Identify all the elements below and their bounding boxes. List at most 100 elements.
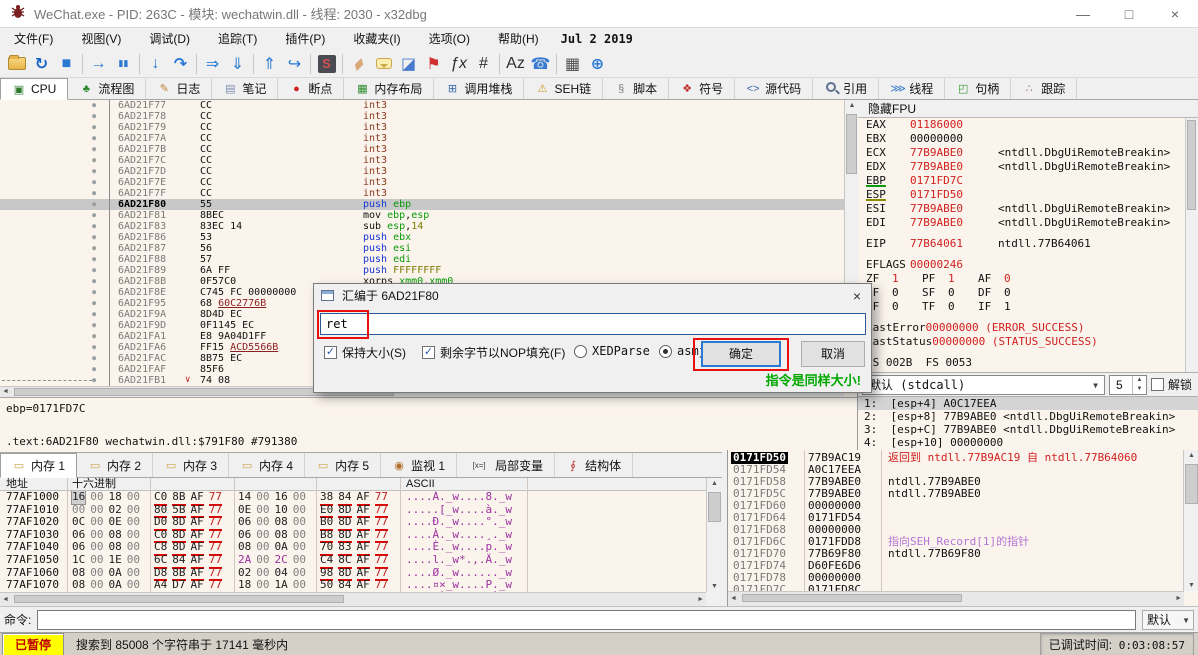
run-to-user-code-icon[interactable]: ↪ — [282, 52, 307, 76]
tab-handles[interactable]: ◰句柄 — [945, 78, 1011, 99]
disasm-row[interactable]: ●6AD21F7DCCint3 — [0, 166, 844, 177]
memory-row[interactable]: 77AF10501C001E006C84AF772A002C00C48CAF77… — [0, 554, 706, 567]
restart-icon[interactable]: ↻ — [29, 52, 54, 76]
disasm-row[interactable]: ●6AD21F8756push esi — [0, 243, 844, 254]
breakpoint-dot-icon[interactable]: ● — [92, 342, 96, 353]
breakpoint-gutter[interactable]: ● — [0, 298, 110, 309]
breakpoint-gutter[interactable]: ● — [0, 100, 110, 111]
tab-trace[interactable]: ∴跟踪 — [1011, 78, 1077, 99]
memory-row[interactable]: 77AF101000000200805BAF770E001000E08DAF77… — [0, 504, 706, 517]
stack-rows[interactable]: 0171FD5077B9AC19返回到 ntdll.77B9AC19 自 ntd… — [728, 452, 1184, 591]
breakpoint-dot-icon[interactable]: ● — [92, 232, 96, 243]
menu-item-2[interactable]: 调试(D) — [135, 28, 204, 50]
breakpoint-dot-icon[interactable]: ● — [92, 364, 96, 375]
register-row[interactable]: ESI77B9ABE0<ntdll.DbgUiRemoteBreakin> — [858, 202, 1198, 216]
breakpoint-gutter[interactable]: ● — [0, 111, 110, 122]
register-row[interactable]: LastError00000000 (ERROR_SUCCESS) — [858, 321, 1198, 335]
disasm-row[interactable]: ●6AD21F8857push edi — [0, 254, 844, 265]
breakpoint-gutter[interactable]: ● — [0, 199, 110, 210]
breakpoint-dot-icon[interactable]: ● — [92, 210, 96, 221]
breakpoint-gutter[interactable]: ● — [0, 177, 110, 188]
execute-till-return-icon[interactable]: ⇑ — [257, 52, 282, 76]
breakpoint-dot-icon[interactable]: ● — [92, 331, 96, 342]
stop-icon[interactable]: ■ — [54, 52, 79, 76]
register-row[interactable]: EDX77B9ABE0<ntdll.DbgUiRemoteBreakin> — [858, 160, 1198, 174]
argument-count-stepper[interactable]: 5▲▼ — [1109, 375, 1147, 395]
breakpoint-dot-icon[interactable]: ● — [92, 177, 96, 188]
breakpoint-gutter[interactable]: ● — [0, 210, 110, 221]
scroll-left-icon[interactable]: ◄ — [730, 595, 737, 602]
dialog-close-icon[interactable]: × — [853, 284, 861, 308]
disasm-row[interactable]: ●6AD21F7BCCint3 — [0, 144, 844, 155]
cancel-button[interactable]: 取消 — [801, 341, 865, 367]
open-file-icon[interactable] — [4, 52, 29, 76]
tab-log[interactable]: ✎日志 — [146, 78, 212, 99]
function-icon[interactable]: ƒx — [446, 52, 471, 76]
tab-memory-5[interactable]: ▭内存 5 — [305, 453, 381, 477]
scroll-down-icon[interactable]: ▼ — [707, 583, 722, 590]
disasm-row[interactable]: ●6AD21F7CCCint3 — [0, 155, 844, 166]
breakpoint-gutter[interactable]: ● — [0, 254, 110, 265]
breakpoint-gutter[interactable]: ● — [0, 287, 110, 298]
tab-symbols[interactable]: ❖符号 — [669, 78, 735, 99]
breakpoint-dot-icon[interactable]: ● — [92, 122, 96, 133]
breakpoint-dot-icon[interactable]: ● — [92, 243, 96, 254]
disasm-row[interactable]: ●6AD21F8055push ebp — [0, 199, 844, 210]
flags-row[interactable]: CF0TF0IF1 — [858, 300, 1198, 314]
tab-memory-1[interactable]: ▭内存 1 — [0, 453, 77, 478]
pause-icon[interactable]: ▮▮ — [111, 52, 136, 76]
tab-references[interactable]: 引用 — [813, 78, 879, 99]
breakpoint-gutter[interactable]: ● — [0, 144, 110, 155]
scroll-down-icon[interactable]: ▼ — [1184, 582, 1198, 589]
scroll-left-icon[interactable]: ◄ — [2, 596, 9, 603]
breakpoint-dot-icon[interactable]: ● — [92, 375, 96, 386]
minimize-button[interactable]: — — [1060, 0, 1106, 28]
tab-locals[interactable]: [x=]局部变量 — [457, 453, 555, 477]
breakpoint-dot-icon[interactable]: ● — [92, 188, 96, 199]
tab-threads[interactable]: ⋙线程 — [879, 78, 945, 99]
menu-item-5[interactable]: 收藏夹(I) — [339, 28, 414, 50]
tab-watch-1[interactable]: ◉监视 1 — [381, 453, 457, 477]
dialog-titlebar[interactable]: 汇编于 6AD21F80 × — [314, 284, 871, 308]
scroll-left-icon[interactable]: ◄ — [2, 388, 9, 395]
tab-breakpoints[interactable]: ●断点 — [278, 78, 344, 99]
stack-row[interactable]: 0171FD7077B69F80ntdll.77B69F80 — [728, 548, 1184, 560]
stack-vscrollbar[interactable]: ▲ ▼ — [1183, 450, 1198, 591]
tab-struct[interactable]: ∮结构体 — [555, 453, 633, 477]
scroll-right-icon[interactable]: ► — [697, 596, 704, 603]
command-profile-select[interactable]: 默认▼ — [1142, 610, 1194, 630]
menu-item-6[interactable]: 选项(O) — [415, 28, 484, 50]
tab-memory-2[interactable]: ▭内存 2 — [77, 453, 153, 477]
register-row[interactable]: LastStatus00000000 (STATUS_SUCCESS) — [858, 335, 1198, 349]
globe-icon[interactable]: ⊕ — [585, 52, 610, 76]
tab-script[interactable]: §脚本 — [603, 78, 669, 99]
unlock-checkbox[interactable]: 解锁 — [1151, 376, 1194, 393]
breakpoint-gutter[interactable]: ● — [0, 320, 110, 331]
stack-row[interactable]: 0171FD74D60FE6D6 — [728, 560, 1184, 572]
register-row[interactable]: ESP0171FD50 — [858, 188, 1198, 202]
memory-row[interactable]: 77AF10200C000E00D08DAF7706000800B08DAF77… — [0, 516, 706, 529]
breakpoint-dot-icon[interactable]: ● — [92, 166, 96, 177]
menu-item-0[interactable]: 文件(F) — [0, 28, 67, 50]
register-row[interactable]: EIP77B64061ntdll.77B64061 — [858, 237, 1198, 251]
step-out-icon[interactable]: ⇓ — [225, 52, 250, 76]
tab-memory-3[interactable]: ▭内存 3 — [153, 453, 229, 477]
tab-source[interactable]: <>源代码 — [735, 78, 813, 99]
xedparse-radio[interactable]: XEDParse — [574, 344, 650, 358]
maximize-button[interactable]: □ — [1106, 0, 1152, 28]
register-row[interactable]: EBP0171FD7C — [858, 174, 1198, 188]
memory-rows[interactable]: 77AF100016001800C08BAF77140016003884AF77… — [0, 491, 706, 592]
breakpoint-dot-icon[interactable]: ● — [92, 155, 96, 166]
memory-row[interactable]: 77AF106008000A00D88BAF7702000400988DAF77… — [0, 567, 706, 580]
register-row[interactable]: EAX01186000 — [858, 118, 1198, 132]
scylla-icon[interactable]: S — [314, 52, 339, 76]
breakpoint-dot-icon[interactable]: ● — [92, 111, 96, 122]
disasm-row[interactable]: ●6AD21F8653push ebx — [0, 232, 844, 243]
breakpoint-gutter[interactable]: ● — [0, 342, 110, 353]
breakpoint-gutter[interactable]: ● — [0, 166, 110, 177]
breakpoint-dot-icon[interactable]: ● — [92, 144, 96, 155]
disasm-row[interactable]: ●6AD21F896A FFpush FFFFFFFF — [0, 265, 844, 276]
breakpoint-gutter[interactable]: ● — [0, 133, 110, 144]
breakpoint-gutter[interactable]: ● — [0, 331, 110, 342]
breakpoint-gutter[interactable]: ● — [0, 221, 110, 232]
